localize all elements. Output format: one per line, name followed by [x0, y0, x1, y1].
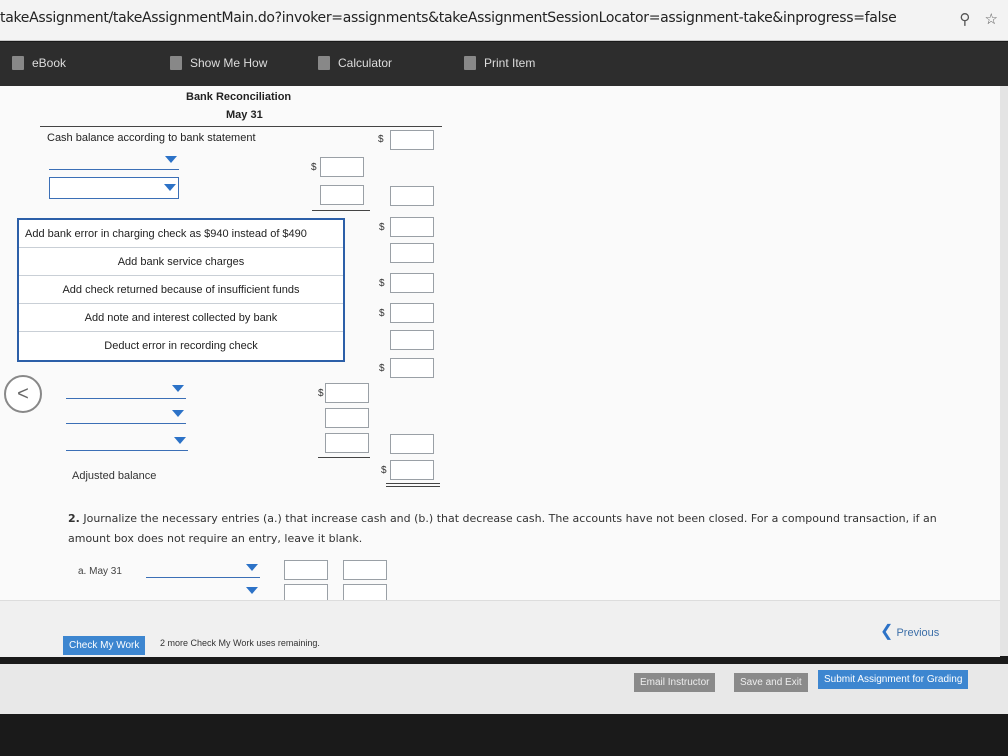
dropdown-option[interactable]: Add bank service charges [19, 248, 343, 276]
dropdown-option[interactable]: Deduct error in recording check [19, 332, 343, 359]
previous-question-button[interactable]: < [4, 375, 42, 413]
print-item-button[interactable]: Print Item [464, 56, 535, 70]
email-instructor-button[interactable]: Email Instructor [634, 673, 716, 692]
check-my-work-remaining: 2 more Check My Work uses remaining. [160, 638, 320, 648]
chevron-down-icon [174, 437, 186, 444]
dropdown-option[interactable]: Add check returned because of insufficie… [19, 276, 343, 304]
show-me-how-button[interactable]: Show Me How [170, 56, 267, 70]
chevron-left-icon: ❮ [880, 623, 894, 640]
amount-input[interactable] [390, 130, 434, 150]
question-text: Journalize the necessary entries (a.) th… [68, 512, 937, 545]
amount-input[interactable] [390, 303, 434, 323]
amount-input[interactable] [390, 217, 434, 237]
chevron-down-icon [172, 385, 184, 392]
previous-link[interactable]: ❮ Previous [880, 621, 939, 641]
dollar-sign: $ [311, 162, 317, 173]
chevron-down-icon [165, 156, 177, 163]
amount-input[interactable] [390, 358, 434, 378]
credit-input[interactable] [343, 560, 387, 580]
magnifier-icon[interactable]: ⚲ [959, 11, 970, 28]
amount-input[interactable] [320, 185, 364, 205]
url-text[interactable]: takeAssignment/takeAssignmentMain.do?inv… [0, 10, 897, 26]
dollar-sign: $ [379, 222, 385, 233]
amount-input[interactable] [390, 243, 434, 263]
video-icon [170, 56, 182, 70]
previous-label: Previous [896, 627, 940, 639]
dollar-sign: $ [379, 363, 385, 374]
print-icon [464, 56, 476, 70]
save-and-exit-button[interactable]: Save and Exit [734, 673, 808, 692]
adjustment-dropdown[interactable] [66, 434, 188, 451]
amount-input[interactable] [390, 273, 434, 293]
show-me-how-label: Show Me How [190, 56, 268, 70]
adjustment-dropdown-open[interactable] [49, 177, 179, 199]
ebook-label: eBook [32, 56, 67, 70]
question-number: 2. [68, 512, 80, 525]
amount-input[interactable] [320, 157, 364, 177]
adjustment-dropdown[interactable] [49, 153, 179, 170]
reconciliation-date: May 31 [226, 109, 263, 121]
adjustment-dropdown[interactable] [66, 382, 186, 399]
dropdown-option[interactable]: Add note and interest collected by bank [19, 304, 343, 332]
chevron-down-icon [164, 184, 176, 191]
vertical-scrollbar[interactable] [1000, 86, 1008, 656]
chevron-down-icon [172, 410, 184, 417]
account-dropdown[interactable] [146, 561, 260, 578]
amount-input[interactable] [325, 383, 369, 403]
entry-a-label: a. May 31 [78, 566, 122, 577]
ebook-button[interactable]: eBook [12, 56, 66, 70]
account-dropdown[interactable] [146, 584, 260, 601]
debit-input[interactable] [284, 560, 328, 580]
adjusted-balance-label: Adjusted balance [72, 470, 157, 482]
amount-input[interactable] [390, 330, 434, 350]
browser-address-bar[interactable]: takeAssignment/takeAssignmentMain.do?inv… [0, 0, 1008, 41]
check-my-work-button[interactable]: Check My Work [63, 636, 146, 655]
calculator-button[interactable]: Calculator [318, 56, 392, 70]
calculator-icon [318, 56, 330, 70]
dropdown-menu: Add bank error in charging check as $940… [17, 218, 345, 362]
dollar-sign: $ [379, 278, 385, 289]
amount-input[interactable] [325, 408, 369, 428]
chevron-left-icon: < [17, 382, 29, 405]
cash-balance-label: Cash balance according to bank statement [47, 132, 256, 144]
dollar-sign: $ [378, 134, 384, 145]
amount-input[interactable] [390, 186, 434, 206]
amount-input[interactable] [325, 433, 369, 453]
reconciliation-title: Bank Reconciliation [186, 91, 292, 103]
dollar-sign: $ [318, 388, 324, 399]
submit-assignment-button[interactable]: Submit Assignment for Grading [818, 670, 969, 689]
adjusted-balance-input[interactable] [390, 460, 434, 480]
calculator-label: Calculator [338, 56, 393, 70]
chevron-down-icon [246, 587, 258, 594]
dropdown-option[interactable]: Add bank error in charging check as $940… [19, 220, 343, 248]
book-icon [12, 56, 24, 70]
question-2-instructions: 2. Journalize the necessary entries (a.)… [68, 509, 948, 549]
dollar-sign: $ [381, 465, 387, 476]
star-icon[interactable]: ☆ [985, 11, 998, 28]
amount-input[interactable] [390, 434, 434, 454]
adjustment-dropdown[interactable] [66, 407, 186, 424]
chevron-down-icon [246, 564, 258, 571]
assignment-toolbar: eBook Show Me How Calculator Print Item [0, 42, 1008, 86]
question-footer [0, 600, 1000, 657]
dollar-sign: $ [379, 308, 385, 319]
print-item-label: Print Item [484, 56, 536, 70]
